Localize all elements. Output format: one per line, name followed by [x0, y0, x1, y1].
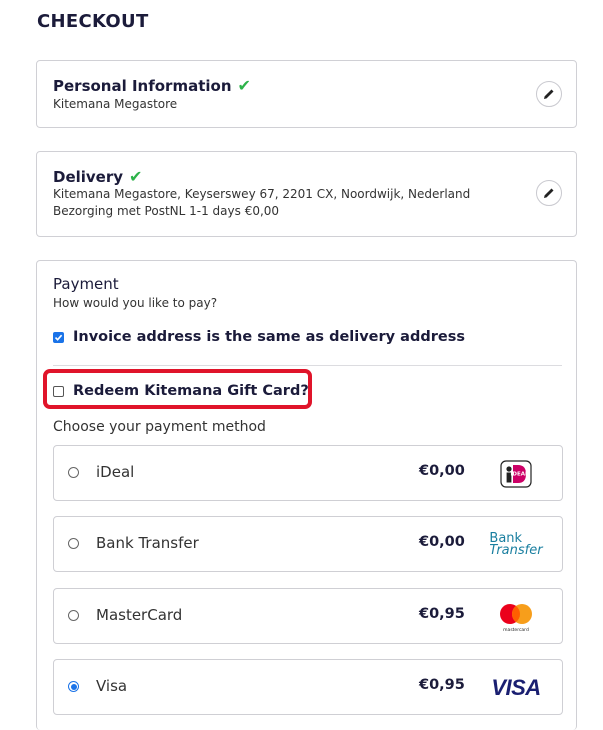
checkmark-icon [54, 334, 63, 341]
gift-card-highlight [43, 369, 312, 409]
visa-radio[interactable] [68, 681, 79, 692]
visa-logo: VISA [491, 675, 541, 700]
payment-method-ideal[interactable]: iDeal €0,00 iDEAL [53, 445, 563, 501]
same-address-label: Invoice address is the same as delivery … [73, 329, 465, 345]
same-address-row[interactable]: Invoice address is the same as delivery … [53, 329, 465, 345]
page-title: CHECKOUT [37, 11, 149, 32]
check-icon: ✔ [129, 167, 143, 186]
payment-method-bank-transfer[interactable]: Bank Transfer €0,00 Bank Transfer [53, 516, 563, 572]
bank-transfer-radio[interactable] [68, 538, 79, 549]
choose-payment-label: Choose your payment method [53, 419, 266, 435]
pencil-icon [544, 188, 554, 198]
payment-method-price: €0,00 [419, 534, 465, 550]
delivery-heading: Delivery ✔ [53, 167, 142, 186]
payment-method-name: MasterCard [96, 606, 183, 624]
delivery-address: Kitemana Megastore, Keyserswey 67, 2201 … [53, 187, 471, 201]
payment-card: Payment How would you like to pay? Invoi… [36, 260, 577, 730]
delivery-card: Delivery ✔ Kitemana Megastore, Keyserswey… [36, 151, 577, 237]
svg-text:iDEAL: iDEAL [511, 472, 529, 478]
payment-method-price: €0,00 [419, 463, 465, 479]
payment-method-price: €0,95 [419, 606, 465, 622]
delivery-method: Bezorging met PostNL 1-1 days €0,00 [53, 204, 280, 218]
delivery-title: Delivery [53, 168, 124, 186]
edit-personal-button[interactable] [536, 81, 562, 107]
personal-information-card: Personal Information ✔ Kitemana Megastore [36, 60, 577, 128]
personal-information-heading: Personal Information ✔ [53, 76, 251, 95]
mastercard-logo-text: mastercard [503, 627, 529, 633]
ideal-radio[interactable] [68, 467, 79, 478]
payment-method-name: Bank Transfer [96, 534, 199, 552]
payment-method-visa[interactable]: Visa €0,95 VISA [53, 659, 563, 715]
payment-method-name: Visa [96, 677, 128, 695]
payment-method-mastercard[interactable]: MasterCard €0,95 mastercard [53, 588, 563, 644]
bank-transfer-logo: Bank Transfer [486, 528, 546, 562]
divider [53, 365, 562, 366]
mastercard-radio[interactable] [68, 610, 79, 621]
payment-subheading: How would you like to pay? [53, 296, 218, 310]
edit-delivery-button[interactable] [536, 180, 562, 206]
bank-logo-line-2: Transfer [489, 543, 543, 558]
payment-method-price: €0,95 [419, 677, 465, 693]
payment-method-name: iDeal [96, 463, 135, 481]
personal-information-title: Personal Information [53, 77, 232, 95]
pencil-icon [544, 89, 554, 99]
payment-heading: Payment [53, 275, 119, 293]
mastercard-logo: mastercard [486, 600, 546, 634]
check-icon: ✔ [237, 76, 251, 95]
same-address-checkbox[interactable] [53, 331, 64, 343]
personal-information-detail: Kitemana Megastore [53, 97, 178, 111]
ideal-logo: iDEAL [486, 457, 546, 491]
